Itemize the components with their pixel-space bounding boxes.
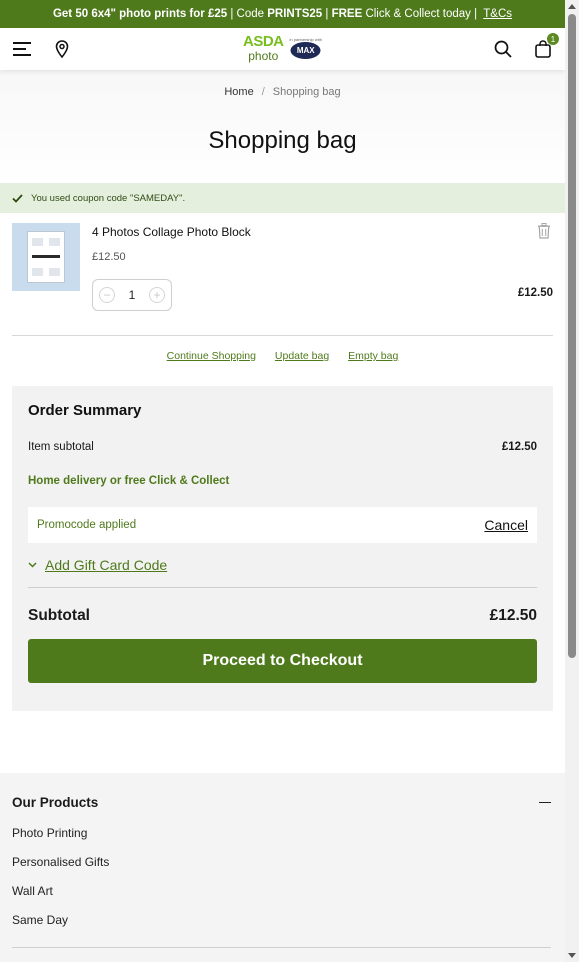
delivery-note: Home delivery or free Click & Collect — [28, 475, 230, 487]
asda-photo-logo: ASDA photo — [243, 34, 284, 62]
logo-asda-text: ASDA — [243, 33, 284, 50]
location-pin-icon[interactable] — [52, 39, 72, 59]
logo-photo-text: photo — [248, 49, 279, 63]
increase-quantity-button[interactable]: + — [149, 287, 165, 303]
breadcrumb-current: Shopping bag — [272, 86, 341, 98]
footer-product-links: Photo Printing Personalised Gifts Wall A… — [12, 826, 553, 942]
max-badge: MAX — [290, 42, 321, 59]
collapse-minus-icon[interactable] — [539, 801, 551, 804]
add-gift-card-toggle[interactable]: Add Gift Card Code — [28, 557, 537, 588]
scroll-up-arrow-icon[interactable] — [568, 4, 576, 9]
item-subtotal-row: Item subtotal £12.50 — [28, 441, 537, 453]
bag-actions: Continue Shopping Update bag Empty bag — [0, 336, 565, 386]
footer-link-personalised-gifts[interactable]: Personalised Gifts — [12, 855, 553, 884]
header-left — [12, 39, 72, 59]
page-title: Shopping bag — [208, 127, 357, 154]
product-thumbnail[interactable] — [12, 223, 80, 291]
site-header: ASDA photo in partnership with MAX 1 — [0, 28, 565, 70]
terms-link[interactable]: T&Cs — [483, 8, 512, 20]
footer-divider — [12, 947, 551, 948]
scrollbar-thumb[interactable] — [568, 14, 576, 658]
promo-separator-2: | — [322, 8, 332, 20]
subtotal-row: Subtotal £12.50 — [28, 607, 537, 625]
item-subtotal-value: £12.50 — [501, 441, 537, 453]
empty-bag-link[interactable]: Empty bag — [348, 350, 398, 362]
product-unit-price: £12.50 — [92, 251, 126, 263]
order-summary-title: Order Summary — [28, 402, 142, 419]
our-products-heading: Our Products — [12, 795, 99, 810]
subtotal-label: Subtotal — [28, 607, 90, 624]
promo-collect-text: Click & Collect today | — [362, 8, 481, 20]
promo-banner: Get 50 6x4" photo prints for £25 | Code … — [0, 0, 565, 28]
coupon-notice-text: You used coupon code "SAMEDAY". — [31, 192, 186, 204]
line-total: £12.50 — [517, 287, 553, 299]
menu-icon[interactable] — [12, 39, 32, 59]
site-footer: Our Products Photo Printing Personalised… — [0, 773, 565, 962]
breadcrumb-separator: / — [261, 86, 265, 98]
footer-link-photo-printing[interactable]: Photo Printing — [12, 826, 553, 855]
subtotal-value: £12.50 — [489, 607, 537, 624]
scroll-down-arrow-icon[interactable] — [568, 953, 576, 958]
continue-shopping-link[interactable]: Continue Shopping — [167, 350, 256, 362]
page-scrollbar[interactable] — [565, 0, 579, 962]
promo-separator: | Code — [227, 8, 268, 20]
breadcrumb-home[interactable]: Home — [224, 86, 253, 98]
promocode-applied-box: Promocode applied Cancel — [28, 507, 537, 543]
breadcrumb: Home / Shopping bag — [0, 86, 565, 98]
bag-icon[interactable]: 1 — [533, 33, 559, 59]
max-partner-logo: in partnership with MAX — [290, 37, 322, 59]
add-gift-card-label[interactable]: Add Gift Card Code — [45, 557, 167, 573]
site-logo[interactable]: ASDA photo in partnership with MAX — [243, 34, 322, 62]
proceed-to-checkout-button[interactable]: Proceed to Checkout — [28, 639, 537, 683]
item-subtotal-label: Item subtotal — [28, 441, 94, 453]
promo-free: FREE — [331, 8, 363, 20]
search-icon[interactable] — [493, 39, 513, 59]
promocode-applied-text: Promocode applied — [37, 519, 137, 531]
promo-offer-text: Get 50 6x4" photo prints for £25 — [52, 8, 228, 20]
order-summary: Order Summary Item subtotal £12.50 Home … — [12, 386, 553, 711]
footer-link-same-day[interactable]: Same Day — [12, 913, 553, 942]
photo-block-image — [27, 231, 65, 283]
decrease-quantity-button[interactable]: − — [99, 287, 115, 303]
update-bag-link[interactable]: Update bag — [275, 350, 329, 362]
quantity-stepper: − 1 + — [92, 279, 172, 311]
page-hero: Home / Shopping bag Shopping bag — [0, 70, 565, 183]
check-icon — [12, 193, 23, 203]
bag-count-badge: 1 — [547, 33, 559, 45]
quantity-value[interactable]: 1 — [129, 288, 136, 302]
header-right: 1 — [493, 33, 559, 59]
footer-link-wall-art[interactable]: Wall Art — [12, 884, 553, 913]
promo-code: PRINTS25 — [267, 8, 323, 20]
chevron-down-icon — [28, 562, 37, 568]
cart-item: 4 Photos Collage Photo Block £12.50 − 1 … — [12, 213, 553, 336]
cancel-promocode-link[interactable]: Cancel — [484, 517, 528, 533]
trash-icon[interactable] — [537, 223, 551, 239]
our-products-accordion[interactable]: Our Products — [12, 795, 553, 810]
product-name[interactable]: 4 Photos Collage Photo Block — [92, 225, 251, 239]
page: Get 50 6x4" photo prints for £25 | Code … — [0, 0, 565, 962]
coupon-notice: You used coupon code "SAMEDAY". — [0, 183, 565, 213]
